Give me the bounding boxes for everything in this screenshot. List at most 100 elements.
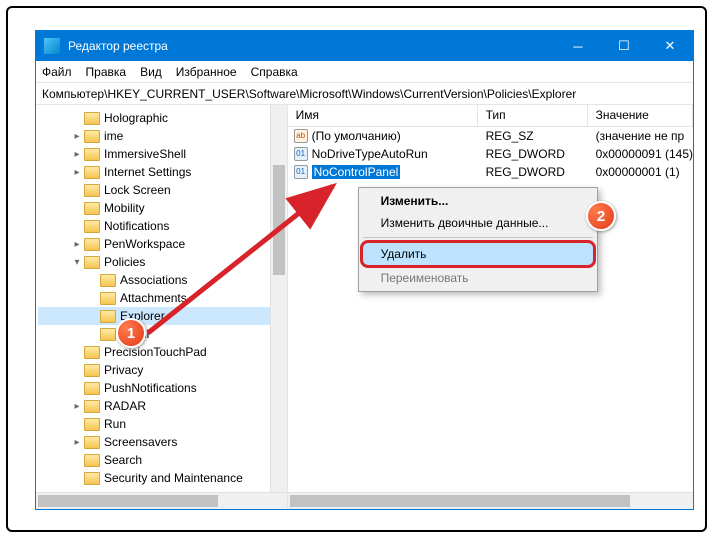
tree-scrollbar-vertical[interactable]	[270, 105, 287, 492]
expand-icon[interactable]: ▸	[70, 239, 84, 250]
tree-item-label: Associations	[120, 273, 187, 287]
tree-item-disallowrun[interactable]: Disall	[38, 325, 287, 343]
menu-help[interactable]: Справка	[251, 65, 298, 79]
value-name: (По умолчанию)	[312, 129, 401, 143]
tree-item-radar[interactable]: ▸ RADAR	[38, 397, 287, 415]
tree-item-label: Policies	[104, 255, 145, 269]
tree-item-label: Notifications	[104, 219, 169, 233]
tree-pane[interactable]: Holographic ▸ ime ▸ ImmersiveShell ▸ Internet …	[36, 105, 288, 509]
tree-item-associations[interactable]: Associations	[38, 271, 287, 289]
value-type: REG_SZ	[478, 129, 588, 143]
column-data[interactable]: Значение	[588, 105, 693, 126]
column-name[interactable]: Имя	[288, 105, 478, 126]
folder-icon	[84, 220, 100, 233]
step-badge-2: 2	[586, 201, 616, 231]
separator	[363, 237, 593, 238]
tree-item-label: Mobility	[104, 201, 145, 215]
list-pane[interactable]: Имя Тип Значение ab (По умолчанию) REG_SZ(…	[288, 105, 693, 509]
tree-item-mobility[interactable]: Mobility	[38, 199, 287, 217]
tree-item-policies[interactable]: ▾ Policies	[38, 253, 287, 271]
value-data: 0x00000001 (1)	[588, 165, 693, 179]
tree-item-label: Lock Screen	[104, 183, 171, 197]
tree-item-lock-screen[interactable]: Lock Screen	[38, 181, 287, 199]
dword-value-icon: 01	[294, 147, 308, 161]
list-header: Имя Тип Значение	[288, 105, 693, 127]
value-name: NoControlPanel	[312, 165, 401, 179]
folder-icon	[84, 454, 100, 467]
dword-value-icon: 01	[294, 165, 308, 179]
folder-icon	[100, 310, 116, 323]
tree-item-label: PrecisionTouchPad	[104, 345, 207, 359]
tree-item-label: Screensavers	[104, 435, 177, 449]
titlebar: Редактор реестра ─ ☐ ✕	[36, 31, 693, 61]
value-type: REG_DWORD	[478, 165, 588, 179]
menubar: Файл Правка Вид Избранное Справка	[36, 61, 693, 83]
tree-item-label: Privacy	[104, 363, 143, 377]
expand-icon[interactable]: ▸	[70, 167, 84, 178]
folder-icon	[84, 130, 100, 143]
folder-icon	[84, 472, 100, 485]
tree-item-label: Internet Settings	[104, 165, 191, 179]
string-value-icon: ab	[294, 129, 308, 143]
value-row[interactable]: ab (По умолчанию) REG_SZ(значение не пр	[288, 127, 693, 145]
tree-item-holographic[interactable]: Holographic	[38, 109, 287, 127]
value-row[interactable]: 01NoDriveTypeAutoRunREG_DWORD0x00000091 …	[288, 145, 693, 163]
folder-icon	[84, 148, 100, 161]
folder-icon	[100, 292, 116, 305]
expand-icon[interactable]: ▸	[70, 401, 84, 412]
step-badge-1: 1	[116, 318, 146, 348]
tree-item-penworkspace[interactable]: ▸ PenWorkspace	[38, 235, 287, 253]
tree-item-pushnotifications[interactable]: PushNotifications	[38, 379, 287, 397]
tree-item-label: PenWorkspace	[104, 237, 185, 251]
tree-item-privacy[interactable]: Privacy	[38, 361, 287, 379]
expand-icon[interactable]: ▸	[70, 149, 84, 160]
context-menu: Изменить... Изменить двоичные данные... …	[358, 187, 598, 292]
minimize-button[interactable]: ─	[555, 31, 601, 61]
context-modify-binary[interactable]: Изменить двоичные данные...	[361, 212, 595, 234]
context-delete[interactable]: Удалить	[360, 240, 596, 268]
expand-icon[interactable]: ▸	[70, 437, 84, 448]
tree-item-label: RADAR	[104, 399, 146, 413]
tree-item-search[interactable]: Search	[38, 451, 287, 469]
tree-item-run[interactable]: Run	[38, 415, 287, 433]
tree-item-explorer[interactable]: Explorer	[38, 307, 287, 325]
tree-scrollbar-horizontal[interactable]	[36, 492, 287, 509]
tree-item-attachments[interactable]: Attachments	[38, 289, 287, 307]
content-area: Holographic ▸ ime ▸ ImmersiveShell ▸ Internet …	[36, 105, 693, 509]
tree-item-immersiveshell[interactable]: ▸ ImmersiveShell	[38, 145, 287, 163]
tutorial-frame: Редактор реестра ─ ☐ ✕ Файл Правка Вид И…	[6, 6, 707, 532]
close-button[interactable]: ✕	[647, 31, 693, 61]
context-modify[interactable]: Изменить...	[361, 190, 595, 212]
tree-item-label: ime	[104, 129, 123, 143]
context-rename[interactable]: Переименовать	[361, 267, 595, 289]
menu-favorites[interactable]: Избранное	[176, 65, 237, 79]
expand-icon[interactable]: ▸	[70, 131, 84, 142]
tree-item-notifications[interactable]: Notifications	[38, 217, 287, 235]
folder-icon	[84, 346, 100, 359]
maximize-button[interactable]: ☐	[601, 31, 647, 61]
folder-icon	[84, 418, 100, 431]
value-name: NoDriveTypeAutoRun	[312, 147, 428, 161]
tree-item-ime[interactable]: ▸ ime	[38, 127, 287, 145]
column-type[interactable]: Тип	[478, 105, 588, 126]
folder-icon	[84, 112, 100, 125]
tree-item-label: Run	[104, 417, 126, 431]
tree-item-security-and-maintenance[interactable]: Security and Maintenance	[38, 469, 287, 487]
value-data: (значение не пр	[588, 129, 693, 143]
address-bar[interactable]: Компьютер\HKEY_CURRENT_USER\Software\Mic…	[36, 83, 693, 105]
folder-icon	[84, 184, 100, 197]
tree-item-internet-settings[interactable]: ▸ Internet Settings	[38, 163, 287, 181]
value-row[interactable]: 01 NoControlPanel REG_DWORD0x00000001 (1)	[288, 163, 693, 181]
tree-item-precisiontouchpad[interactable]: PrecisionTouchPad	[38, 343, 287, 361]
menu-edit[interactable]: Правка	[86, 65, 127, 79]
expand-icon[interactable]: ▾	[70, 257, 84, 268]
menu-view[interactable]: Вид	[140, 65, 162, 79]
list-scrollbar-horizontal[interactable]	[288, 492, 693, 509]
tree-item-label: ImmersiveShell	[104, 147, 186, 161]
app-icon	[44, 38, 60, 54]
tree-item-screensavers[interactable]: ▸ Screensavers	[38, 433, 287, 451]
menu-file[interactable]: Файл	[42, 65, 72, 79]
value-data: 0x00000091 (145)	[588, 147, 693, 161]
folder-icon	[84, 238, 100, 251]
window-title: Редактор реестра	[68, 39, 555, 53]
